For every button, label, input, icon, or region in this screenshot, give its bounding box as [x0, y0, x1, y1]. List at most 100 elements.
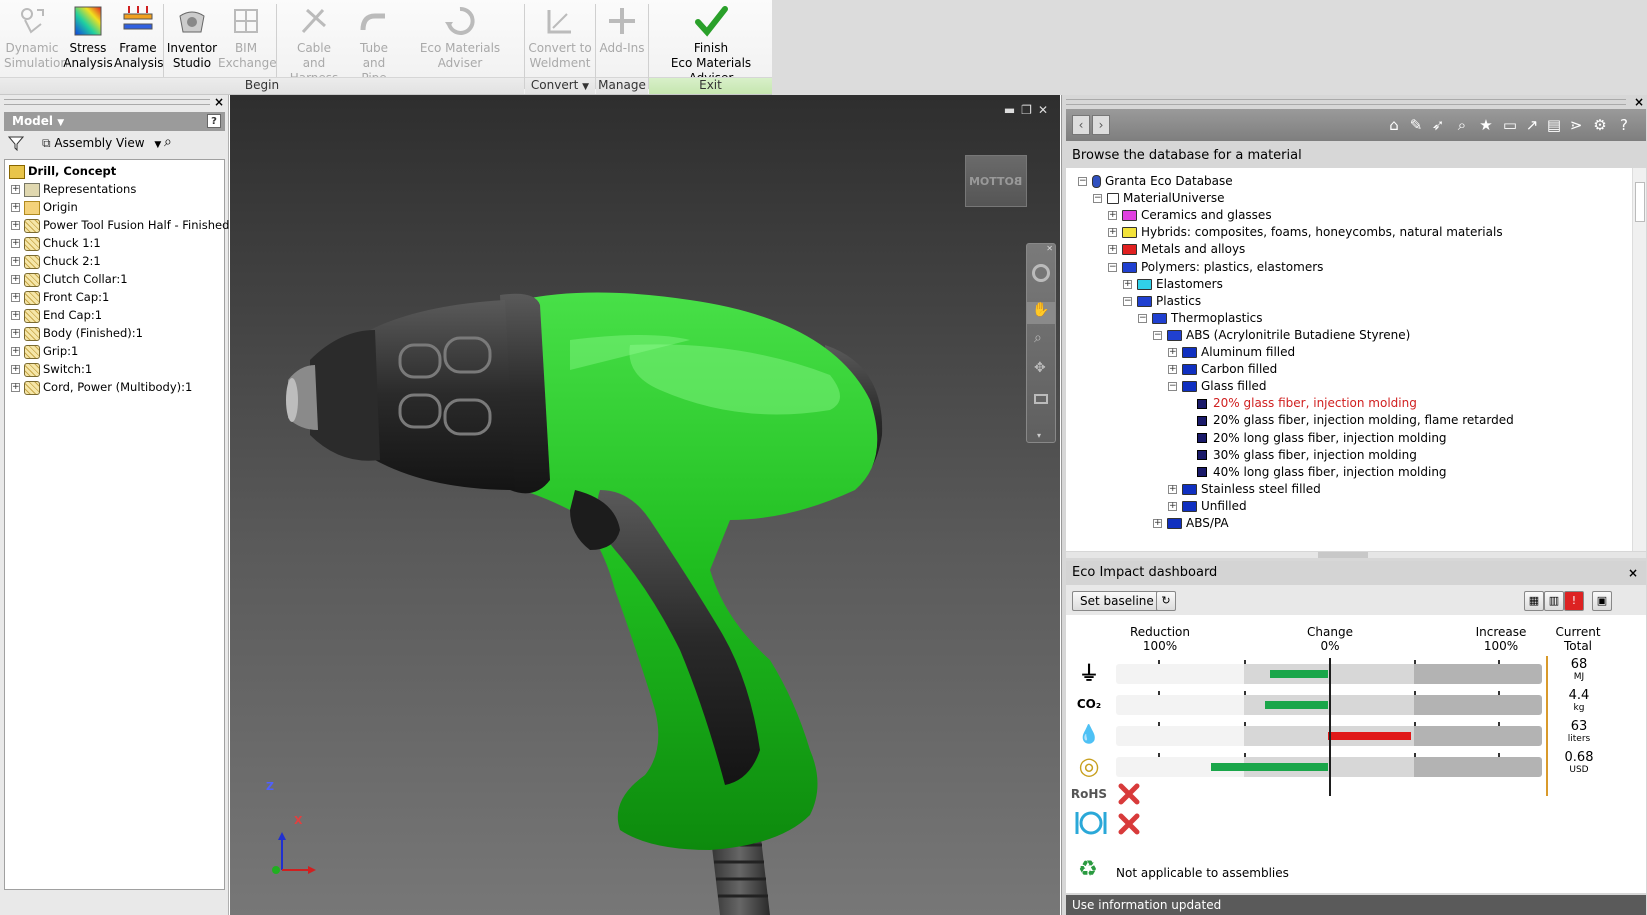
model-tree-item[interactable]: + Chuck 1:1 — [5, 234, 224, 252]
bim-exchange-button[interactable]: BIM Exchange — [218, 2, 277, 76]
model-tree-item[interactable]: + Clutch Collar:1 — [5, 270, 224, 288]
material-tree-item[interactable]: + Stainless steel filled — [1168, 480, 1321, 498]
zoom-icon[interactable]: ⌕ — [1034, 330, 1042, 346]
horizontal-scrollbar[interactable] — [1066, 552, 1646, 558]
expand-icon[interactable]: + — [1168, 365, 1177, 375]
material-tree-item[interactable]: − Plastics — [1123, 292, 1201, 310]
expand-icon[interactable]: + — [11, 275, 20, 284]
ribbon-group-convert[interactable]: Convert ▼ — [525, 77, 595, 94]
collapse-icon[interactable]: − — [1093, 194, 1102, 204]
expand-icon[interactable]: + — [11, 347, 20, 356]
material-tree-item[interactable]: − Polymers: plastics, elastomers — [1108, 258, 1323, 276]
home-icon[interactable]: ⌂ — [1384, 115, 1404, 135]
model-tree-item[interactable]: + Power Tool Fusion Half - Finished:1 — [5, 216, 241, 234]
convert-weldment-button[interactable]: Convert to Weldment — [528, 2, 592, 76]
edit-icon[interactable]: ✎ — [1406, 115, 1426, 135]
panel-grip[interactable] — [1066, 99, 1626, 105]
eco-materials-adviser-button[interactable]: Eco Materials Adviser — [404, 2, 516, 76]
material-tree-item[interactable]: + Elastomers — [1123, 275, 1223, 293]
close-icon[interactable]: ✕ — [1046, 244, 1053, 253]
expand-icon[interactable]: + — [11, 383, 20, 392]
model-tree-item[interactable]: Drill, Concept — [5, 162, 224, 180]
model-header[interactable]: Model ▼ ? — [4, 112, 225, 131]
material-tree-item[interactable]: + Hybrids: composites, foams, honeycombs,… — [1108, 223, 1503, 241]
forward-arrow-icon[interactable]: › — [1092, 115, 1110, 135]
model-tree-item[interactable]: + Chuck 2:1 — [5, 252, 224, 270]
search-icon[interactable]: ⌕ — [1452, 115, 1472, 135]
print-icon[interactable]: ▣ — [1592, 591, 1612, 611]
expand-icon[interactable]: + — [11, 365, 20, 374]
expand-icon[interactable]: + — [11, 239, 20, 248]
material-tree-item[interactable]: − Granta Eco Database — [1078, 172, 1233, 190]
material-tree-item[interactable]: 20% long glass fiber, injection molding — [1183, 429, 1447, 447]
material-tree-item[interactable]: − ABS (Acrylonitrile Butadiene Styrene) — [1153, 326, 1410, 344]
model-tree-item[interactable]: + Grip:1 — [5, 342, 224, 360]
back-arrow-icon[interactable]: ‹ — [1072, 115, 1090, 135]
dynamic-simulation-button[interactable]: Dynamic Simulation — [4, 2, 68, 76]
stress-analysis-button[interactable]: Stress Analysis — [62, 2, 114, 76]
minimize-icon[interactable]: ▬ — [1004, 103, 1021, 117]
model-tree-item[interactable]: + Representations — [5, 180, 224, 198]
model-tree-item[interactable]: + Cord, Power (Multibody):1 — [5, 378, 224, 396]
collapse-icon[interactable]: − — [1138, 313, 1147, 323]
help-icon[interactable]: ? — [207, 114, 221, 128]
expand-icon[interactable]: + — [11, 329, 20, 338]
collapse-icon[interactable]: − — [1108, 262, 1117, 272]
model-tree-item[interactable]: + Front Cap:1 — [5, 288, 224, 306]
collapse-icon[interactable]: − — [1168, 382, 1177, 392]
share-icon[interactable]: ⋗ — [1566, 115, 1586, 135]
help-icon[interactable]: ? — [1614, 115, 1634, 135]
scrollbar-thumb[interactable] — [1318, 552, 1368, 558]
pointer-icon[interactable]: ➶ — [1428, 115, 1448, 135]
set-baseline-button[interactable]: Set baseline — [1072, 591, 1162, 611]
model-tree-item[interactable]: + End Cap:1 — [5, 306, 224, 324]
close-icon[interactable]: × — [1634, 95, 1644, 109]
material-tree-item[interactable]: 20% glass fiber, injection molding — [1183, 394, 1417, 412]
material-tree-item[interactable]: 20% glass fiber, injection molding, flam… — [1183, 411, 1514, 429]
finish-eco-materials-adviser-button[interactable]: Finish Eco Materials Adviser — [650, 2, 772, 85]
model-tree-item[interactable]: + Body (Finished):1 — [5, 324, 224, 342]
expand-icon[interactable]: + — [11, 293, 20, 302]
scrollbar[interactable] — [1632, 168, 1646, 551]
gear-icon[interactable]: ⚙ — [1590, 115, 1610, 135]
collapse-icon[interactable]: − — [1153, 330, 1162, 340]
close-icon[interactable]: × — [214, 95, 224, 109]
material-tree-item[interactable]: + Aluminum filled — [1168, 343, 1295, 361]
inventor-studio-button[interactable]: Inventor Studio — [166, 2, 218, 76]
expand-icon[interactable]: + — [1168, 484, 1177, 494]
expand-icon[interactable]: + — [11, 257, 20, 266]
assembly-view-dropdown[interactable]: ⧉ Assembly View ▼ — [42, 136, 161, 151]
expand-icon[interactable]: + — [11, 221, 20, 230]
orbit-icon[interactable]: ✥ — [1034, 360, 1046, 376]
chevron-down-icon[interactable]: ▾ — [1037, 431, 1041, 440]
expand-icon[interactable]: + — [1108, 211, 1117, 221]
close-icon[interactable]: ✕ — [1038, 103, 1054, 117]
star-icon[interactable]: ★ — [1476, 115, 1496, 135]
material-tree-item[interactable]: + Ceramics and glasses — [1108, 206, 1272, 224]
scrollbar-thumb[interactable] — [1635, 182, 1645, 222]
filter-icon[interactable] — [7, 136, 25, 154]
frame-analysis-button[interactable]: Frame Analysis — [114, 2, 163, 76]
expand-icon[interactable]: + — [1168, 501, 1177, 511]
look-at-icon[interactable] — [1034, 394, 1048, 404]
panel-grip[interactable] — [4, 99, 210, 105]
material-tree-item[interactable]: − Glass filled — [1168, 377, 1267, 395]
expand-icon[interactable]: + — [1153, 519, 1162, 528]
expand-icon[interactable]: + — [1108, 228, 1117, 238]
material-tree-item[interactable]: 30% glass fiber, injection molding — [1183, 446, 1417, 464]
graphics-viewport[interactable]: ▬❐✕ BOTTOM ✕ ✋ ⌕ ✥ ▾ Z X — [230, 95, 1060, 915]
cable-harness-button[interactable]: Cable and Harness — [286, 2, 342, 85]
collapse-icon[interactable]: − — [1078, 177, 1087, 186]
material-tree-item[interactable]: + Carbon filled — [1168, 360, 1277, 378]
material-tree-item[interactable]: 40% long glass fiber, injection molding — [1183, 463, 1447, 481]
chart-icon[interactable]: ↗ — [1522, 115, 1542, 135]
expand-icon[interactable]: + — [11, 203, 20, 212]
info-alert-icon[interactable]: ! — [1564, 591, 1584, 611]
expand-icon[interactable]: + — [1108, 245, 1117, 255]
material-tree-item[interactable]: − MaterialUniverse — [1093, 189, 1225, 207]
viewcube[interactable]: BOTTOM — [965, 155, 1027, 207]
material-tree-item[interactable]: + Metals and alloys — [1108, 240, 1245, 258]
restore-icon[interactable]: ❐ — [1021, 103, 1038, 117]
expand-icon[interactable]: + — [1168, 348, 1177, 357]
expand-icon[interactable]: + — [1123, 279, 1132, 289]
